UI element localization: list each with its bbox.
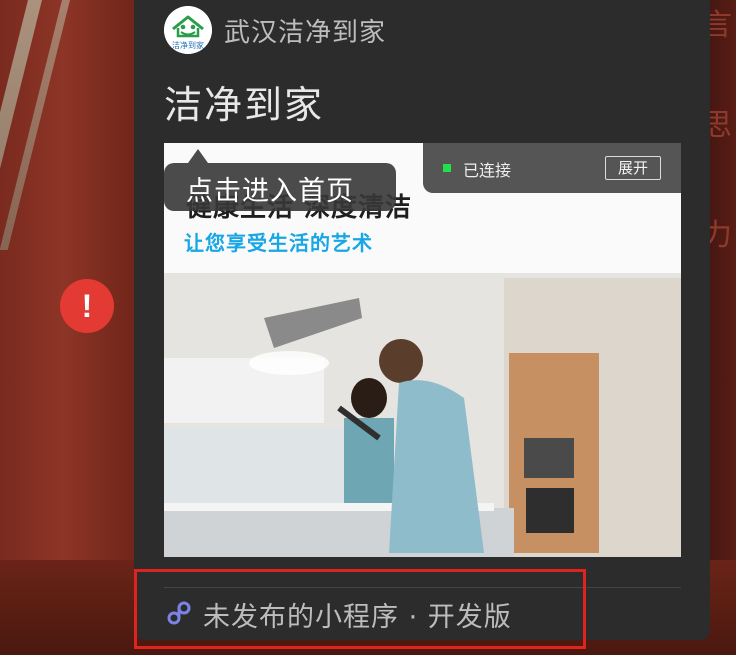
- tooltip-bubble: 点击进入首页: [164, 149, 396, 211]
- highlight-box: [134, 569, 586, 649]
- connection-status-text: 已连接: [463, 161, 512, 180]
- connection-status-bar: 已连接 展开: [423, 143, 681, 193]
- tooltip-text: 点击进入首页: [186, 176, 354, 207]
- brand-logo: 洁净到家: [164, 6, 212, 54]
- jacket-stripe: [0, 0, 42, 300]
- house-logo-icon: 洁净到家: [164, 6, 212, 54]
- connected-indicator-icon: [443, 164, 451, 172]
- brand-name: 武汉洁净到家: [224, 18, 387, 48]
- exclamation-icon[interactable]: !: [60, 279, 114, 333]
- page-title: 洁净到家: [164, 83, 325, 127]
- logo-text: 洁净到家: [172, 40, 204, 50]
- expand-button[interactable]: 展开: [605, 156, 661, 180]
